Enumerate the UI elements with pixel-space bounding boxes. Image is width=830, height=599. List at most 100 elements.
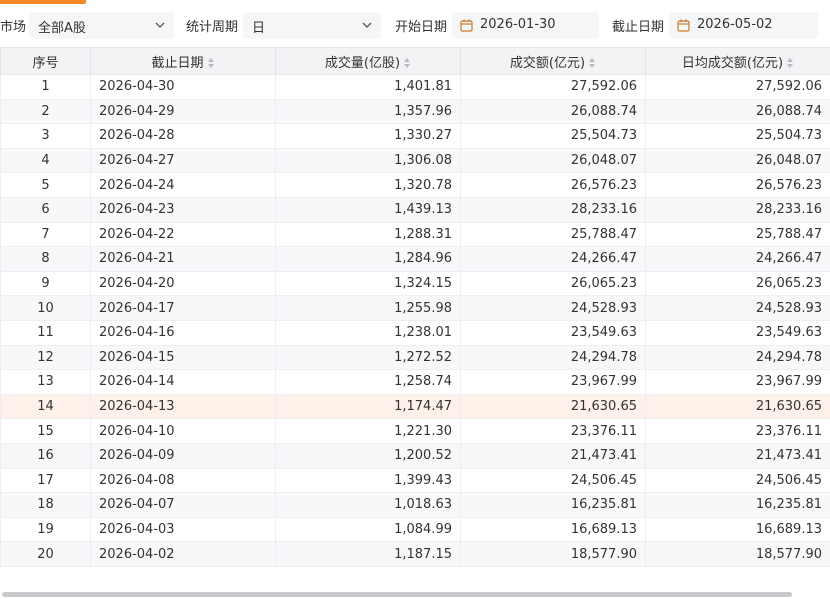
table-row[interactable]: 19 2026-04-03 1,084.99 16,689.13 16,689.13: [0, 516, 830, 543]
table-row[interactable]: 8 2026-04-21 1,284.96 24,266.47 24,266.47: [0, 246, 830, 272]
column-header-turnover[interactable]: 成交额(亿元): [460, 47, 646, 75]
table-cell: 26,065.23: [460, 270, 646, 297]
table-cell: 1,330.27: [275, 123, 461, 149]
scrollbar-thumb[interactable]: [2, 592, 792, 597]
table-cell: 2026-04-29: [90, 98, 276, 125]
table-row[interactable]: 20 2026-04-02 1,187.15 18,577.90 18,577.90: [0, 541, 830, 567]
table-row[interactable]: 2 2026-04-29 1,357.96 26,088.74 26,088.74: [0, 98, 830, 125]
table-row[interactable]: 12 2026-04-15 1,272.52 24,294.78 24,294.78: [0, 344, 830, 371]
table-body: 1 2026-04-30 1,401.81 27,592.06 27,592.06 2 20…: [0, 74, 830, 567]
table-cell: 1,324.15: [275, 270, 461, 297]
table-cell: 2026-04-10: [90, 418, 276, 444]
table-cell: 1: [0, 74, 91, 100]
table-cell: 23,549.63: [645, 319, 830, 346]
sort-icon[interactable]: [786, 57, 794, 69]
table-cell: 1,255.98: [275, 295, 461, 321]
table-cell: 25,788.47: [645, 221, 830, 248]
table-row[interactable]: 16 2026-04-09 1,200.52 21,473.41 21,473.41: [0, 442, 830, 469]
table-cell: 1,221.30: [275, 418, 461, 444]
table-cell: 24,506.45: [460, 467, 646, 494]
table-cell: 2026-04-08: [90, 467, 276, 494]
table-row[interactable]: 3 2026-04-28 1,330.27 25,504.73 25,504.73: [0, 123, 830, 149]
sort-icon[interactable]: [588, 57, 596, 69]
table-row[interactable]: 7 2026-04-22 1,288.31 25,788.47 25,788.47: [0, 221, 830, 248]
sort-icon[interactable]: [207, 57, 215, 69]
table-cell: 2026-04-20: [90, 270, 276, 297]
market-label: 市场: [0, 20, 27, 35]
table-cell: 1,174.47: [275, 393, 461, 420]
table-cell: 27,592.06: [645, 74, 830, 100]
table-row[interactable]: 10 2026-04-17 1,255.98 24,528.93 24,528.93: [0, 295, 830, 321]
table-cell: 2026-04-23: [90, 196, 276, 223]
table-cell: 2026-04-09: [90, 442, 276, 469]
table-cell: 2026-04-24: [90, 172, 276, 198]
sort-icon[interactable]: [403, 57, 411, 69]
table-cell: 1,258.74: [275, 369, 461, 395]
table-row[interactable]: 4 2026-04-27 1,306.08 26,048.07 26,048.07: [0, 147, 830, 174]
table-cell: 13: [0, 369, 91, 395]
table-row[interactable]: 1 2026-04-30 1,401.81 27,592.06 27,592.06: [0, 74, 830, 100]
table-cell: 27,592.06: [460, 74, 646, 100]
table-row[interactable]: 18 2026-04-07 1,018.63 16,235.81 16,235.81: [0, 492, 830, 518]
table-cell: 26,576.23: [460, 172, 646, 198]
active-tab-indicator: [0, 0, 86, 4]
table-cell: 2026-04-27: [90, 147, 276, 174]
table-cell: 18,577.90: [645, 541, 830, 567]
table-row[interactable]: 14 2026-04-13 1,174.47 21,630.65 21,630.65: [0, 393, 830, 420]
table-cell: 24,294.78: [460, 344, 646, 371]
horizontal-scrollbar[interactable]: [0, 590, 830, 599]
end-date-picker[interactable]: 2026-05-02: [669, 12, 818, 39]
table-row[interactable]: 13 2026-04-14 1,258.74 23,967.99 23,967.99: [0, 369, 830, 395]
data-table: 序号 截止日期 成交量(亿股) 成交额(亿元) 日均成交额(亿元) 1 2026-…: [0, 47, 830, 567]
filter-bar: 市场 全部A股 统计周期 日 开始日期 2026-01-30 截止日期 2026…: [0, 10, 830, 40]
table-row[interactable]: 15 2026-04-10 1,221.30 23,376.11 23,376.11: [0, 418, 830, 444]
column-header-label: 成交量(亿股): [324, 55, 401, 71]
table-cell: 16,235.81: [645, 492, 830, 518]
table-cell: 2: [0, 98, 91, 125]
table-cell: 1,272.52: [275, 344, 461, 371]
table-cell: 23,376.11: [460, 418, 646, 444]
table-cell: 25,788.47: [460, 221, 646, 248]
market-select[interactable]: 全部A股: [29, 12, 174, 39]
table-cell: 11: [0, 319, 91, 346]
table-cell: 24,266.47: [460, 246, 646, 272]
page: 市场 全部A股 统计周期 日 开始日期 2026-01-30 截止日期 2026…: [0, 0, 830, 599]
table-row[interactable]: 11 2026-04-16 1,238.01 23,549.63 23,549.63: [0, 319, 830, 346]
table-cell: 2026-04-30: [90, 74, 276, 100]
table-cell: 2026-04-03: [90, 516, 276, 543]
table-cell: 16,689.13: [460, 516, 646, 543]
table-cell: 2026-04-28: [90, 123, 276, 149]
column-header-label: 日均成交额(亿元): [681, 55, 784, 71]
table-row[interactable]: 5 2026-04-24 1,320.78 26,576.23 26,576.23: [0, 172, 830, 198]
table-cell: 1,200.52: [275, 442, 461, 469]
period-select-value: 日: [252, 21, 266, 36]
table-row[interactable]: 17 2026-04-08 1,399.43 24,506.45 24,506.45: [0, 467, 830, 494]
market-select-value: 全部A股: [38, 21, 86, 36]
table-cell: 10: [0, 295, 91, 321]
end-date-label: 截止日期: [612, 20, 665, 35]
table-row[interactable]: 9 2026-04-20 1,324.15 26,065.23 26,065.23: [0, 270, 830, 297]
table-cell: 21,473.41: [460, 442, 646, 469]
period-label: 统计周期: [186, 20, 239, 35]
table-cell: 1,401.81: [275, 74, 461, 100]
column-header-index: 序号: [0, 47, 91, 75]
column-header-avg-turnover[interactable]: 日均成交额(亿元): [645, 47, 830, 75]
start-date-value: 2026-01-30: [480, 17, 556, 32]
table-row[interactable]: 6 2026-04-23 1,439.13 28,233.16 28,233.16: [0, 196, 830, 223]
period-select[interactable]: 日: [243, 12, 381, 39]
column-header-volume[interactable]: 成交量(亿股): [275, 47, 461, 75]
column-header-date[interactable]: 截止日期: [90, 47, 276, 75]
table-cell: 1,357.96: [275, 98, 461, 125]
table-cell: 14: [0, 393, 91, 420]
table-cell: 15: [0, 418, 91, 444]
table-cell: 2026-04-15: [90, 344, 276, 371]
end-date-value: 2026-05-02: [697, 17, 773, 32]
table-cell: 21,473.41: [645, 442, 830, 469]
table-cell: 2026-04-02: [90, 541, 276, 567]
table-cell: 16,689.13: [645, 516, 830, 543]
table-cell: 2026-04-14: [90, 369, 276, 395]
start-date-picker[interactable]: 2026-01-30: [452, 12, 599, 39]
table-cell: 26,088.74: [645, 98, 830, 125]
table-cell: 25,504.73: [460, 123, 646, 149]
table-cell: 24,294.78: [645, 344, 830, 371]
